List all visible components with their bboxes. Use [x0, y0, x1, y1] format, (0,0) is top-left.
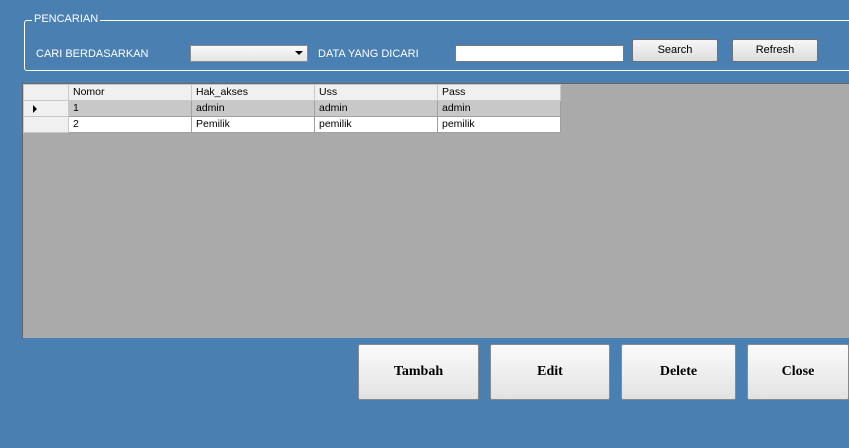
query-label: DATA YANG DICARI: [318, 48, 419, 60]
row-pointer-icon: [33, 105, 37, 113]
column-header-uss[interactable]: Uss: [314, 84, 438, 101]
search-input[interactable]: [455, 45, 624, 62]
cell-uss[interactable]: pemilik: [314, 116, 438, 133]
search-groupbox: [24, 20, 849, 71]
row-header[interactable]: [23, 100, 69, 117]
column-header-pass[interactable]: Pass: [437, 84, 561, 101]
column-header-nomor[interactable]: Nomor: [68, 84, 192, 101]
data-grid[interactable]: Nomor Hak_akses Uss Pass 1 admin admin a…: [22, 83, 849, 338]
cell-hak-akses[interactable]: admin: [191, 100, 315, 117]
row-header[interactable]: [23, 116, 69, 133]
refresh-button[interactable]: Refresh: [732, 39, 818, 62]
close-button[interactable]: Close: [747, 344, 849, 400]
delete-button[interactable]: Delete: [621, 344, 736, 400]
tambah-button[interactable]: Tambah: [358, 344, 479, 400]
column-header-hak-akses[interactable]: Hak_akses: [191, 84, 315, 101]
cell-hak-akses[interactable]: Pemilik: [191, 116, 315, 133]
grid-header-row: Nomor Hak_akses Uss Pass: [23, 84, 561, 101]
row-header-corner[interactable]: [23, 84, 69, 101]
search-by-label: CARI BERDASARKAN: [36, 48, 149, 60]
cell-pass[interactable]: pemilik: [437, 116, 561, 133]
search-by-dropdown[interactable]: [190, 45, 308, 62]
cell-pass[interactable]: admin: [437, 100, 561, 117]
cell-nomor[interactable]: 2: [68, 116, 192, 133]
cell-uss[interactable]: admin: [314, 100, 438, 117]
table-row[interactable]: 2 Pemilik pemilik pemilik: [23, 116, 561, 133]
table-row[interactable]: 1 admin admin admin: [23, 100, 561, 117]
edit-button[interactable]: Edit: [490, 344, 610, 400]
chevron-down-icon[interactable]: [295, 51, 303, 55]
cell-nomor[interactable]: 1: [68, 100, 192, 117]
grid-table: Nomor Hak_akses Uss Pass 1 admin admin a…: [23, 84, 561, 133]
search-button[interactable]: Search: [632, 39, 718, 62]
search-group-title: PENCARIAN: [32, 12, 101, 26]
